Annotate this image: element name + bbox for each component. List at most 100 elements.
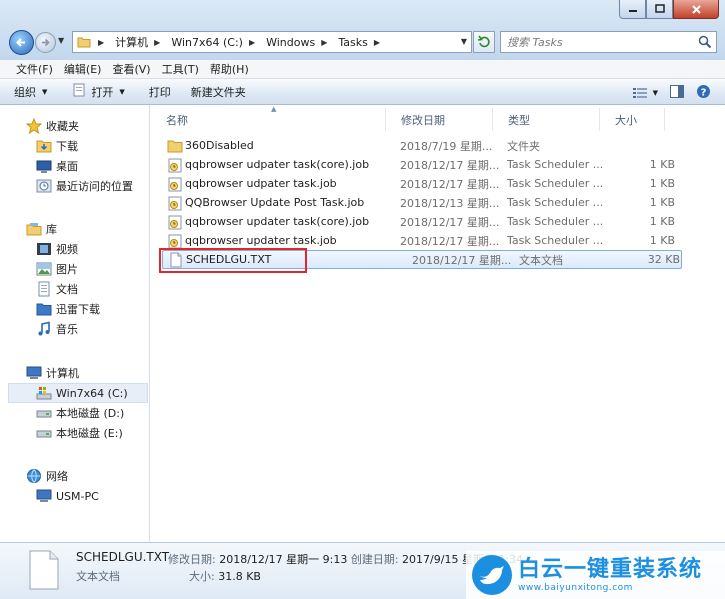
file-row[interactable]: 360Disabled 2018/7/19 星期... 文件夹	[151, 136, 725, 155]
preview-pane-button[interactable]	[670, 85, 684, 101]
nav-item-downloads[interactable]: 下载	[0, 136, 150, 156]
column-header-date[interactable]: 修改日期	[386, 108, 493, 131]
breadcrumb-sep-root[interactable]: ▶	[95, 32, 109, 52]
text-file-large-icon	[28, 550, 60, 593]
nav-label: 桌面	[56, 160, 78, 173]
nav-label: 图片	[56, 263, 78, 276]
folder-icon	[73, 32, 95, 52]
file-row[interactable]: qqbrowser udpater task(core).job 2018/12…	[151, 155, 725, 174]
change-view-button[interactable]: ▼	[632, 87, 658, 99]
forward-arrow-icon	[42, 38, 50, 47]
menu-view[interactable]: 查看(V)	[108, 61, 157, 77]
file-size: 1 KB	[649, 158, 675, 171]
address-dropdown[interactable]: ▼	[461, 37, 467, 46]
file-date: 2018/12/17 星期...	[400, 215, 500, 229]
minimize-button[interactable]	[619, 0, 646, 19]
file-type: 文本文档	[519, 253, 563, 267]
nav-item-videos[interactable]: 视频	[0, 239, 150, 259]
computer-icon	[26, 366, 42, 379]
menu-edit[interactable]: 编辑(E)	[60, 61, 109, 77]
details-size: 大小: 31.8 KB	[189, 568, 261, 584]
nav-libraries[interactable]: 库	[0, 219, 150, 239]
file-name: qqbrowser udpater task(core).job	[185, 158, 370, 171]
column-header-size[interactable]: 大小	[600, 108, 665, 131]
column-headers: 名称 修改日期 类型 大小	[151, 108, 725, 131]
nav-computer[interactable]: 计算机	[0, 363, 150, 383]
file-row-selected[interactable]: SCHEDLGU.TXT 2018/12/17 星期... 文本文档 32 KB	[162, 250, 682, 269]
menu-tools[interactable]: 工具(T)	[158, 61, 206, 77]
organize-button[interactable]: 组织 ▼	[14, 84, 47, 100]
nav-network[interactable]: 网络	[0, 466, 150, 486]
preview-pane-icon	[670, 85, 684, 98]
network-icon	[27, 469, 41, 483]
file-type: Task Scheduler ...	[507, 196, 604, 209]
search-input[interactable]	[501, 32, 691, 52]
menu-help[interactable]: 帮助(H)	[206, 61, 256, 77]
view-tools: ▼ ?	[632, 84, 711, 102]
forward-button[interactable]	[35, 32, 56, 53]
breadcrumb-label: Win7x64 (C:)	[171, 35, 243, 49]
maximize-button[interactable]	[646, 0, 673, 19]
refresh-button[interactable]	[473, 31, 495, 53]
nav-label: 库	[46, 223, 57, 236]
chevron-down-icon: ▼	[119, 87, 125, 96]
network-computer-icon	[36, 489, 52, 502]
file-row[interactable]: QQBrowser Update Post Task.job 2018/12/1…	[151, 193, 725, 212]
search-icon[interactable]	[698, 35, 712, 52]
nav-label: 计算机	[46, 367, 79, 380]
breadcrumb-item-computer[interactable]: 计算机 ▶	[109, 32, 165, 52]
file-row[interactable]: qqbrowser updater task.job 2018/12/17 星期…	[151, 231, 725, 250]
file-size: 1 KB	[649, 177, 675, 190]
help-button[interactable]: ?	[696, 84, 711, 102]
breadcrumb-label: 计算机	[115, 36, 149, 49]
breadcrumb-item-tasks[interactable]: Tasks ▶	[332, 32, 385, 52]
video-icon	[37, 243, 51, 255]
file-list-pane: ▲ 名称 修改日期 类型 大小 360Disabled 2018/7/19 星期…	[151, 105, 725, 542]
menu-bar: 文件(F) 编辑(E) 查看(V) 工具(T) 帮助(H)	[0, 60, 725, 79]
nav-item-pictures[interactable]: 图片	[0, 259, 150, 279]
refresh-icon	[477, 35, 490, 48]
content-area: 收藏夹 下载 桌面 最近访问的位置 库 视频 图片 文档 迅雷下载 音乐 计算机…	[0, 105, 725, 542]
nav-item-drive-c[interactable]: Win7x64 (C:)	[8, 383, 148, 403]
nav-item-desktop[interactable]: 桌面	[0, 156, 150, 176]
menu-file[interactable]: 文件(F)	[12, 61, 60, 77]
close-button[interactable]	[673, 0, 719, 19]
minimize-icon	[628, 10, 637, 12]
back-arrow-icon	[16, 38, 25, 47]
nav-item-usm-pc[interactable]: USM-PC	[0, 486, 150, 506]
new-folder-label: 新建文件夹	[190, 85, 246, 99]
watermark-title: 白云一键重装系统	[518, 557, 703, 582]
maximize-icon	[654, 4, 665, 13]
nav-item-thunder-downloads[interactable]: 迅雷下载	[0, 299, 150, 319]
organize-label: 组织	[14, 85, 36, 99]
print-button[interactable]: 打印	[149, 84, 171, 100]
nav-item-drive-d[interactable]: 本地磁盘 (D:)	[0, 403, 150, 423]
column-header-type[interactable]: 类型	[493, 108, 600, 131]
pictures-icon	[36, 262, 52, 276]
recent-pages-dropdown[interactable]: ▼	[58, 36, 64, 45]
nav-label: 迅雷下载	[56, 303, 100, 316]
file-row[interactable]: qqbrowser udpater task.job 2018/12/17 星期…	[151, 174, 725, 193]
new-folder-button[interactable]: 新建文件夹	[191, 84, 246, 100]
nav-group-libraries: 库 视频 图片 文档 迅雷下载 音乐	[0, 219, 150, 339]
nav-item-music[interactable]: 音乐	[0, 319, 150, 339]
nav-item-recent-places[interactable]: 最近访问的位置	[0, 176, 150, 196]
nav-item-drive-e[interactable]: 本地磁盘 (E:)	[0, 423, 150, 443]
file-row[interactable]: qqbrowser updater task(core).job 2018/12…	[151, 212, 725, 231]
file-size: 1 KB	[649, 215, 675, 228]
nav-item-documents[interactable]: 文档	[0, 279, 150, 299]
print-label: 打印	[148, 85, 171, 99]
task-job-icon	[168, 177, 182, 191]
file-size: 1 KB	[649, 234, 675, 247]
search-box[interactable]	[500, 31, 717, 53]
nav-favorites[interactable]: 收藏夹	[0, 116, 150, 136]
breadcrumb-item-drive-c[interactable]: Win7x64 (C:) ▶	[165, 32, 260, 52]
nav-label: 本地磁盘 (D:)	[56, 407, 125, 420]
breadcrumb-item-windows[interactable]: Windows ▶	[260, 32, 332, 52]
file-name: qqbrowser udpater task.job	[185, 177, 337, 190]
back-button[interactable]	[9, 30, 34, 55]
column-header-name[interactable]: 名称	[151, 108, 386, 131]
address-bar[interactable]: ▶ 计算机 ▶ Win7x64 (C:) ▶ Windows ▶ Tasks ▶ ▼	[72, 31, 472, 53]
open-button[interactable]: 打开 ▼	[73, 83, 125, 100]
modified-value: 2018/12/17 星期一 9:13	[219, 553, 348, 566]
